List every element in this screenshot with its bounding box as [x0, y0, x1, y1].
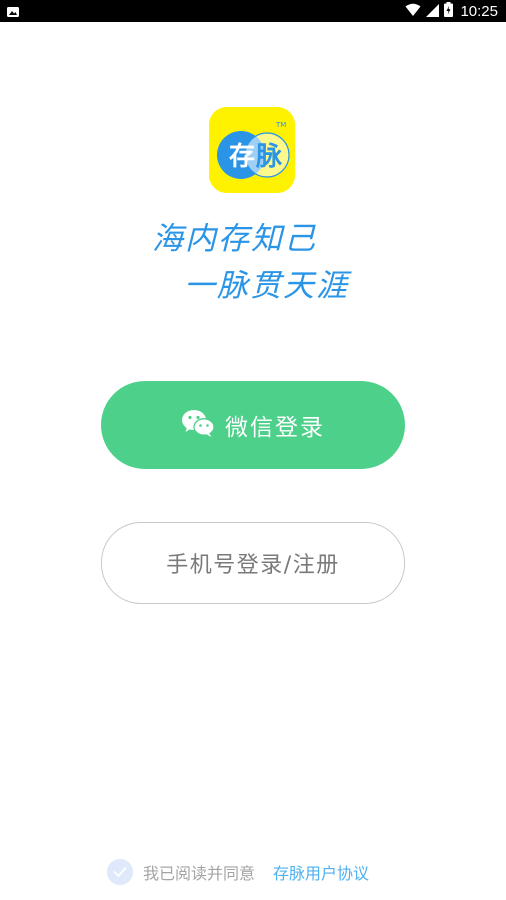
user-agreement-link[interactable]: 存脉用户协议: [273, 860, 369, 884]
status-indicators: 10:25: [405, 0, 498, 22]
notification-icon: [6, 4, 20, 18]
svg-text:TM: TM: [275, 121, 286, 129]
wechat-icon: [181, 408, 215, 442]
phone-login-button[interactable]: 手机号登录/注册: [101, 522, 405, 604]
svg-text:脉: 脉: [256, 142, 283, 172]
status-time: 10:25: [460, 2, 498, 20]
slogan-line-2: 一脉贯天涯: [184, 268, 349, 304]
phone-login-label: 手机号登录/注册: [166, 553, 340, 578]
signal-icon: [426, 2, 440, 21]
agreement-row: 我已阅读并同意 存脉用户协议: [107, 858, 369, 886]
wechat-login-button[interactable]: 微信登录: [101, 381, 405, 469]
svg-text:存: 存: [229, 142, 255, 172]
wifi-icon: [405, 2, 421, 21]
battery-icon: [444, 1, 454, 21]
status-bar: 10:25: [0, 0, 506, 22]
app-logo: 存 脉 TM: [209, 107, 295, 193]
agreement-text: 我已阅读并同意: [143, 864, 256, 883]
slogan-line-1: 海内存知己: [152, 221, 317, 257]
check-icon: [113, 867, 127, 877]
wechat-login-label: 微信登录: [225, 415, 325, 441]
agree-checkbox[interactable]: [107, 859, 133, 885]
